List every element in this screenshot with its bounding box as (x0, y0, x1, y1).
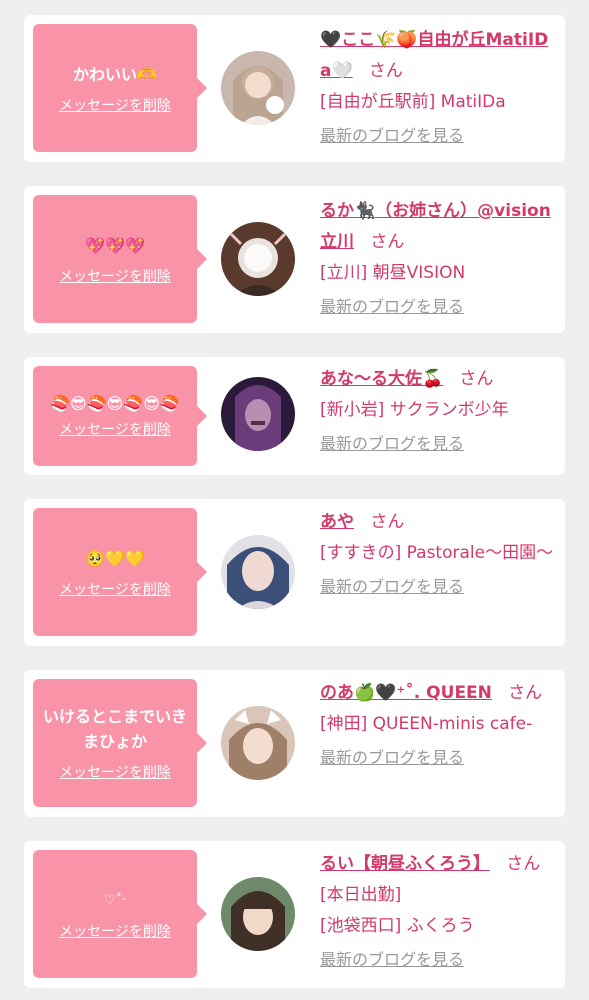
honorific: さん (459, 369, 494, 389)
message-bubble: 🍣😎🍣😎🍣😎🍣 メッセージを削除 (33, 366, 207, 466)
latest-blog-link[interactable]: 最新のブログを見る (320, 295, 464, 319)
delete-message-link[interactable]: メッセージを削除 (59, 266, 171, 286)
list-item: いけるとこまでいきまひょか メッセージを削除 のあ🍏🖤⁺˚. QUEEN さん … (24, 670, 565, 817)
avatar[interactable] (221, 51, 295, 125)
honorific: さん (370, 512, 405, 532)
avatar[interactable] (221, 222, 295, 296)
profile-name-link[interactable]: るい【朝昼ふくろう】 (320, 854, 490, 874)
list-item: かわいい🫶 メッセージを削除 🖤ここ🌾🍑自由が丘MatiIDa🤍 さん [自由が… (24, 15, 565, 162)
profile-name-link[interactable]: あや (320, 512, 354, 532)
latest-blog-link[interactable]: 最新のブログを見る (320, 432, 464, 456)
profile-name-link[interactable]: るか🐈‍⬛（お姉さん）@vision立川 (320, 201, 551, 252)
message-text: ♡˚‧ (103, 892, 127, 908)
message-text: 🍣😎🍣😎🍣😎🍣 (50, 393, 180, 413)
message-bubble: いけるとこまでいきまひょか メッセージを削除 (33, 679, 207, 807)
shop-info: [すすきの] Pastorale〜田園〜 (320, 543, 554, 563)
shop-info: [立川] 朝昼VISION (320, 263, 466, 283)
latest-blog-link[interactable]: 最新のブログを見る (320, 746, 464, 770)
message-bubble: かわいい🫶 メッセージを削除 (33, 24, 207, 152)
delete-message-link[interactable]: メッセージを削除 (59, 579, 171, 599)
message-text: いけるとこまでいきまひょか (43, 707, 188, 751)
avatar[interactable] (221, 377, 295, 451)
message-text: 🥺💛💛 (85, 548, 145, 568)
profile-info: るい【朝昼ふくろう】 さん[本日出勤] [池袋西口] ふくろう 最新のブログを見… (320, 849, 556, 972)
avatar[interactable] (221, 535, 295, 609)
delete-message-link[interactable]: メッセージを削除 (59, 95, 171, 115)
profile-info: あな〜る大佐🍒 さん [新小岩] サクランボ少年 最新のブログを見る (320, 364, 556, 456)
avatar[interactable] (221, 706, 295, 780)
message-bubble: 🥺💛💛 メッセージを削除 (33, 508, 207, 636)
message-bubble: 💖💖💖 メッセージを削除 (33, 195, 207, 323)
avatar[interactable] (221, 877, 295, 951)
list-item: 🥺💛💛 メッセージを削除 あや さん [すすきの] Pastorale〜田園〜 … (24, 499, 565, 646)
shop-info: [自由が丘駅前] MatiIDa (320, 92, 506, 112)
message-text: 💖💖💖 (85, 235, 145, 255)
message-text: かわいい🫶 (73, 64, 157, 84)
message-bubble: ♡˚‧ メッセージを削除 (33, 850, 207, 978)
profile-name-link[interactable]: 🖤ここ🌾🍑自由が丘MatiIDa🤍 (320, 30, 548, 81)
latest-blog-link[interactable]: 最新のブログを見る (320, 124, 464, 148)
shop-info: [池袋西口] ふくろう (320, 916, 475, 936)
honorific: さん (370, 232, 405, 252)
profile-name-link[interactable]: のあ🍏🖤⁺˚. QUEEN (320, 683, 492, 703)
latest-blog-link[interactable]: 最新のブログを見る (320, 575, 464, 599)
honorific: さん (368, 61, 403, 81)
list-item: 💖💖💖 メッセージを削除 るか🐈‍⬛（お姉さん）@vision立川 さん [立川… (24, 186, 565, 333)
delete-message-link[interactable]: メッセージを削除 (59, 921, 171, 941)
profile-info: あや さん [すすきの] Pastorale〜田園〜 最新のブログを見る (320, 507, 556, 599)
latest-blog-link[interactable]: 最新のブログを見る (320, 948, 464, 972)
profile-info: 🖤ここ🌾🍑自由が丘MatiIDa🤍 さん [自由が丘駅前] MatiIDa 最新… (320, 25, 556, 148)
list-item: ♡˚‧ メッセージを削除 るい【朝昼ふくろう】 さん[本日出勤] [池袋西口] … (24, 841, 565, 988)
delete-message-link[interactable]: メッセージを削除 (59, 419, 171, 439)
profile-info: のあ🍏🖤⁺˚. QUEEN さん [神田] QUEEN-minis cafe- … (320, 678, 556, 770)
list-item: 🍣😎🍣😎🍣😎🍣 メッセージを削除 あな〜る大佐🍒 さん [新小岩] サクランボ少… (24, 357, 565, 475)
profile-info: るか🐈‍⬛（お姉さん）@vision立川 さん [立川] 朝昼VISION 最新… (320, 196, 556, 319)
delete-message-link[interactable]: メッセージを削除 (59, 762, 171, 782)
shop-info: [新小岩] サクランボ少年 (320, 400, 509, 420)
profile-name-link[interactable]: あな〜る大佐🍒 (320, 369, 443, 389)
honorific: さん (508, 683, 543, 703)
shop-info: [神田] QUEEN-minis cafe- (320, 714, 533, 734)
